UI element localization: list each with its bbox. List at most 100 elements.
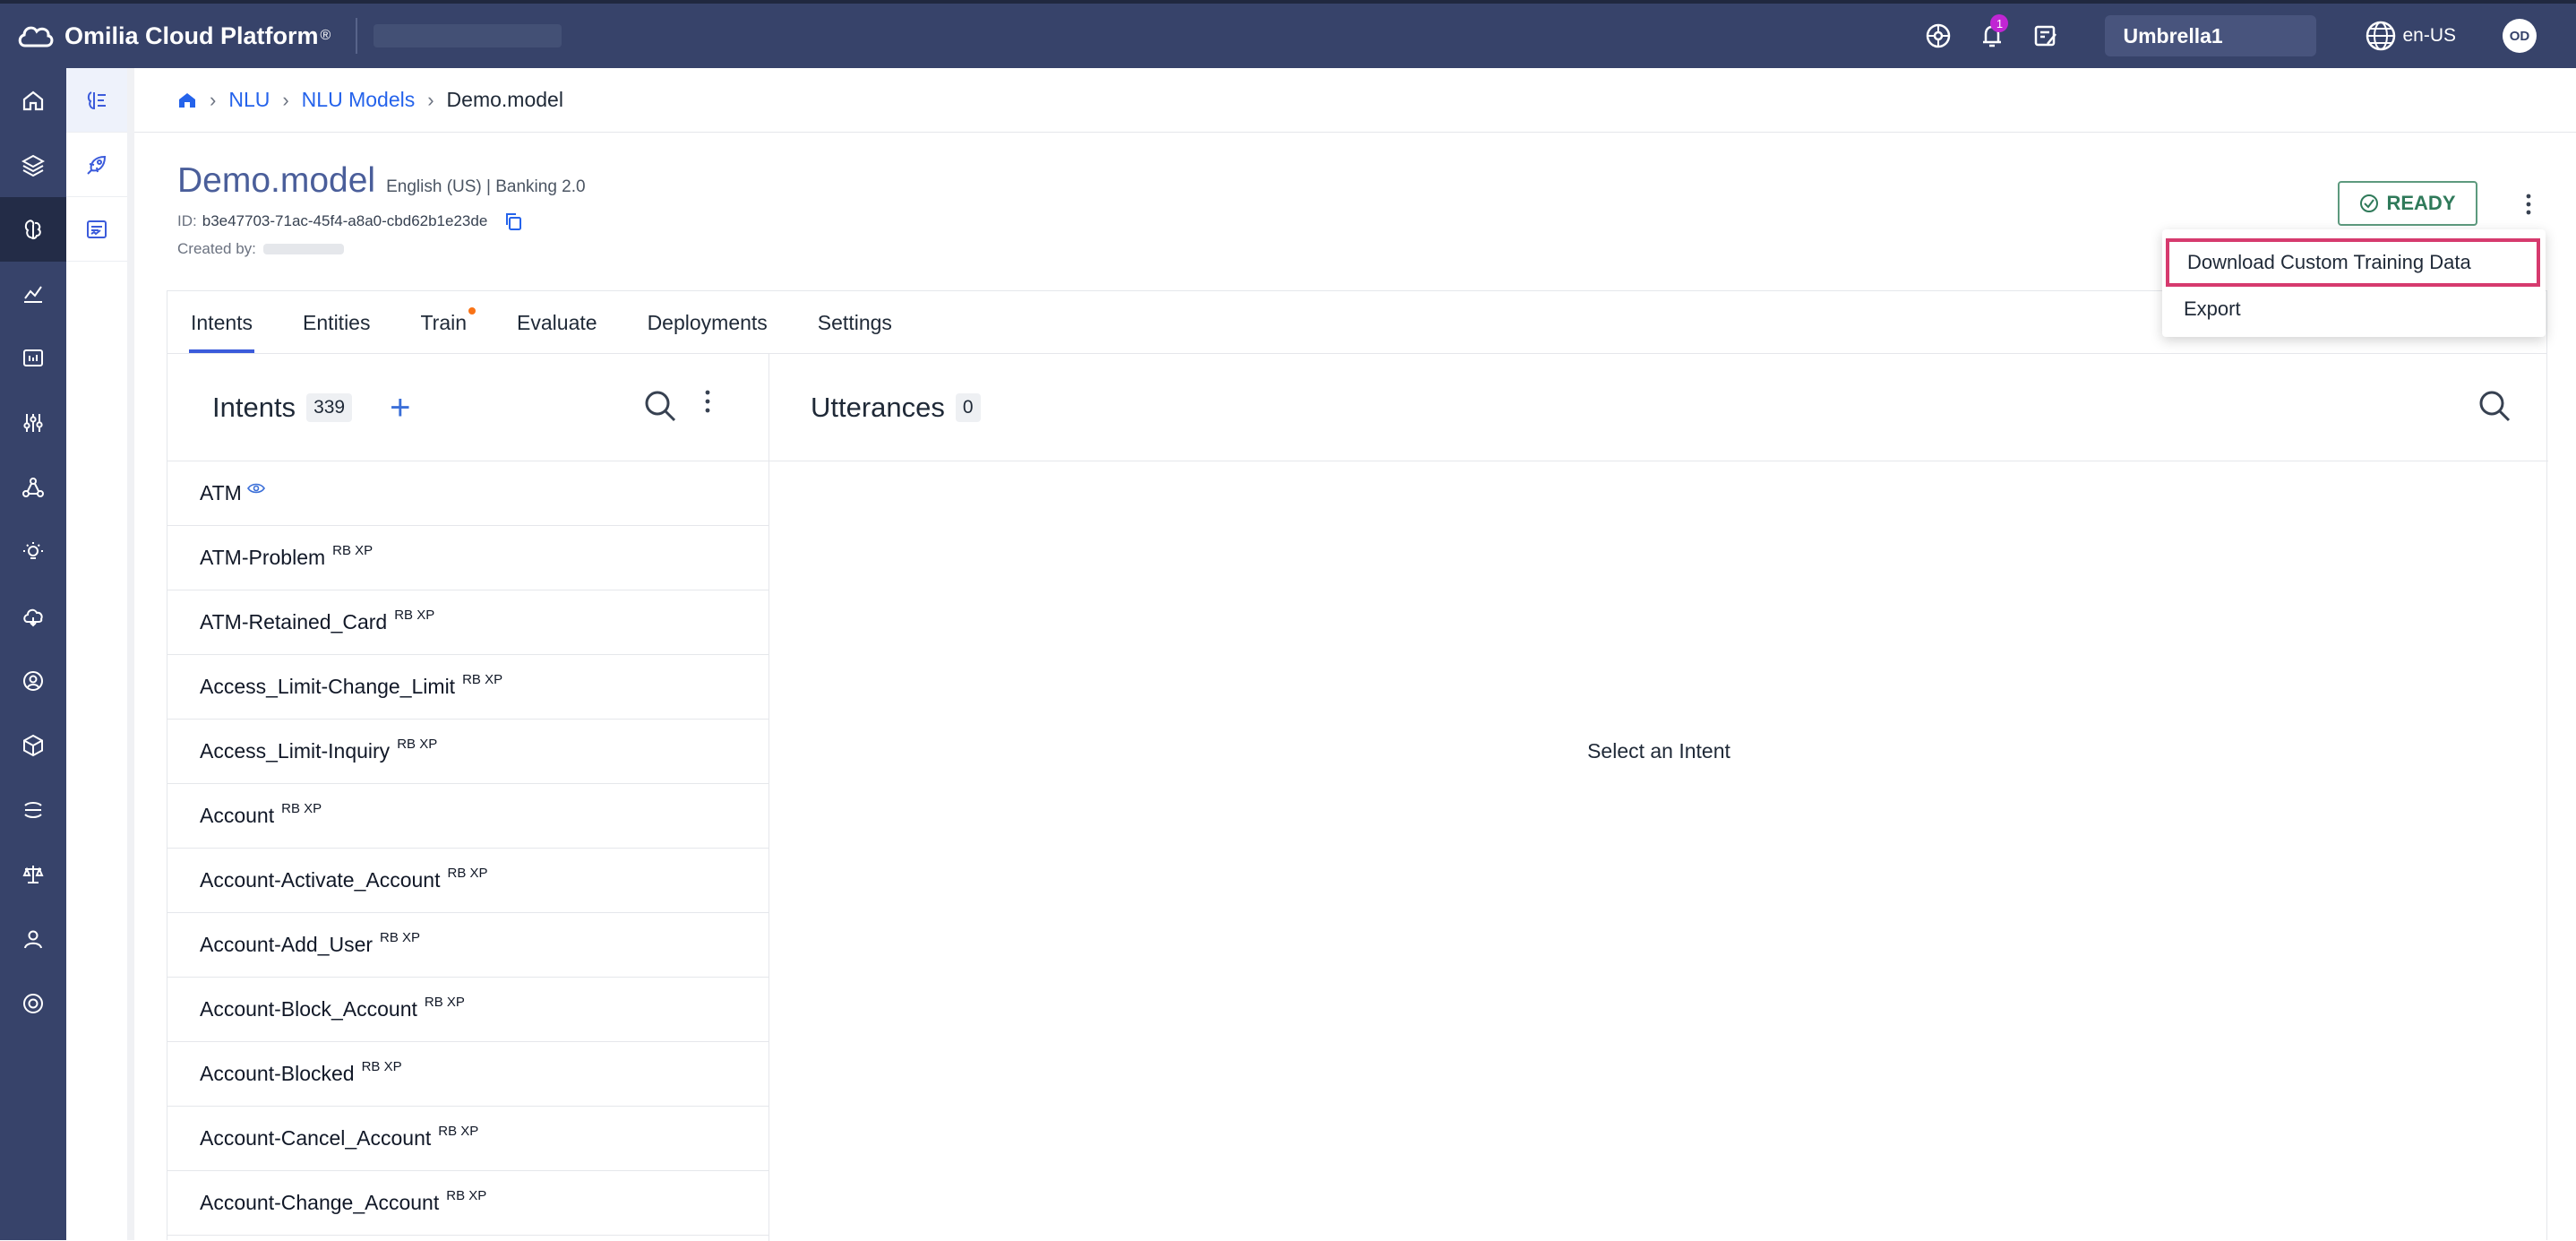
list-item[interactable]: Account-Block_Account RB XP [167, 978, 769, 1042]
list-item[interactable]: Account RB XP [167, 784, 769, 849]
list-item[interactable]: ATM-Retained_Card RB XP [167, 590, 769, 655]
list-item[interactable]: ATM-Problem RB XP [167, 526, 769, 590]
created-by-blurred [262, 244, 344, 254]
eye-icon [246, 483, 265, 493]
nav-dialog-flow-icon[interactable] [0, 778, 66, 842]
nav-package-icon[interactable] [0, 713, 66, 778]
more-options-menu: Download Custom Training Data Export [2162, 229, 2546, 337]
intents-title: Intents [212, 391, 296, 423]
topbar-actions: 1 Umbrella1 en-US OD [1919, 4, 2576, 68]
intent-tag: RB XP [446, 1188, 487, 1203]
language-selector[interactable]: en-US [2365, 20, 2456, 52]
utterances-header: Utterances 0 [769, 354, 2548, 461]
intents-count: 339 [306, 392, 353, 422]
globe-icon [2366, 21, 2396, 51]
subnav-deploy-rocket-icon[interactable] [66, 133, 127, 197]
nav-layers-icon[interactable] [0, 133, 66, 197]
breadcrumb-nlu-models[interactable]: NLU Models [302, 88, 416, 112]
model-id-row: ID: b3e47703-71ac-45f4-a8a0-cbd62b1e23de [177, 211, 586, 231]
intent-tag: RB XP [397, 737, 438, 752]
list-item[interactable]: Access_Limit-Change_Limit RB XP [167, 655, 769, 720]
tab-train-label: Train [420, 311, 468, 334]
intent-name: Account-Block_Account [200, 997, 417, 1021]
intents-options-kebab-icon[interactable] [705, 390, 710, 418]
list-item[interactable]: Account-Activate_Account RB XP [167, 849, 769, 913]
intent-tag: RB XP [380, 930, 421, 945]
model-language-domain: English (US) | Banking 2.0 [386, 177, 586, 196]
intent-tag: RB XP [361, 1059, 402, 1074]
user-avatar[interactable]: OD [2503, 19, 2537, 53]
list-item[interactable]: ATM [167, 461, 769, 526]
nav-support-icon[interactable] [0, 649, 66, 713]
cloud-logo-icon [18, 26, 54, 47]
nav-insights-bulb-icon[interactable] [0, 520, 66, 584]
subnav-nlu-models-icon[interactable] [66, 68, 127, 133]
search-utterances-icon[interactable] [2477, 388, 2512, 428]
nav-compliance-scale-icon[interactable] [0, 842, 66, 907]
nav-lifebuoy-icon[interactable] [0, 971, 66, 1036]
left-nav [0, 68, 66, 1240]
tab-train[interactable]: Train [418, 307, 477, 353]
created-by-row: Created by: [177, 240, 586, 258]
tab-evaluate[interactable]: Evaluate [515, 311, 599, 353]
check-circle-icon [2360, 194, 2379, 212]
nav-user-icon[interactable] [0, 907, 66, 971]
notification-badge: 1 [1990, 14, 2009, 32]
list-item[interactable]: Account-Blocked RB XP [167, 1042, 769, 1107]
intent-name: Access_Limit-Inquiry [200, 739, 391, 763]
intent-name: ATM-Retained_Card [200, 610, 388, 633]
intent-name: Account-Cancel_Account [200, 1126, 432, 1150]
topbar-divider [356, 18, 358, 54]
model-header: Demo.model English (US) | Banking 2.0 ID… [177, 161, 586, 258]
tab-intents[interactable]: Intents [189, 311, 255, 353]
intent-tag: RB XP [438, 1124, 479, 1139]
subnav-reports-icon[interactable] [66, 197, 127, 262]
notifications-bell-icon[interactable]: 1 [1972, 14, 2012, 56]
tenant-selector[interactable]: Umbrella1 [2105, 15, 2317, 56]
help-wheel-icon[interactable] [1919, 16, 1958, 56]
list-item[interactable]: Account-Add_User RB XP [167, 913, 769, 978]
nav-analytics-icon[interactable] [0, 262, 66, 326]
intent-name: Access_Limit-Change_Limit [200, 675, 456, 698]
nav-nlu-icon[interactable] [0, 197, 66, 262]
menu-export[interactable]: Export [2162, 287, 2546, 332]
intents-pane: Intents 339 + ATM ATM-Problem RB XP ATM-R… [167, 354, 769, 1241]
more-options-kebab-icon[interactable] [2515, 188, 2542, 220]
list-item[interactable]: Account-Cancel_Account RB XP [167, 1107, 769, 1171]
intents-header: Intents 339 + [167, 354, 769, 461]
breadcrumb: › NLU › NLU Models › Demo.model [134, 68, 2576, 133]
top-bar: Omilia Cloud Platform ® 1 Umbrella1 en-US… [0, 0, 2576, 68]
intent-name: ATM-Problem [200, 546, 326, 569]
train-indicator-dot [468, 307, 477, 315]
list-item[interactable]: Access_Limit-Inquiry RB XP [167, 720, 769, 784]
model-id-value: b3e47703-71ac-45f4-a8a0-cbd62b1e23de [202, 212, 488, 229]
status-label: READY [2386, 192, 2456, 214]
home-breadcrumb-icon[interactable] [177, 90, 197, 110]
model-content-card: Intents Entities Train Evaluate Deployme… [167, 290, 2548, 1241]
tab-deployments[interactable]: Deployments [646, 311, 769, 353]
intent-name: Account-Activate_Account [200, 868, 441, 892]
nav-home-icon[interactable] [0, 68, 66, 133]
tab-entities[interactable]: Entities [301, 311, 372, 353]
search-intents-icon[interactable] [642, 388, 678, 428]
copy-icon[interactable] [503, 211, 523, 231]
intent-tag: RB XP [447, 866, 488, 881]
intent-tag: RB XP [394, 608, 435, 623]
model-id-label: ID: [177, 212, 197, 229]
nav-network-icon[interactable] [0, 455, 66, 520]
tab-settings[interactable]: Settings [816, 311, 894, 353]
breadcrumb-chevron-icon: › [282, 88, 289, 111]
nav-dashboard-icon[interactable] [0, 326, 66, 391]
nav-cloud-icon[interactable] [0, 584, 66, 649]
app-logo[interactable]: Omilia Cloud Platform ® [16, 22, 331, 50]
created-by-label: Created by: [177, 240, 256, 257]
app-name: Omilia Cloud Platform [64, 22, 319, 49]
nav-settings-sliders-icon[interactable] [0, 391, 66, 455]
intent-tag: RB XP [462, 672, 503, 687]
menu-download-custom-training-data[interactable]: Download Custom Training Data [2166, 238, 2540, 287]
list-item[interactable]: Account-Change_Account RB XP [167, 1171, 769, 1236]
add-intent-button[interactable]: + [390, 390, 410, 426]
status-badge: READY [2338, 181, 2477, 226]
breadcrumb-nlu[interactable]: NLU [228, 88, 270, 112]
notes-edit-icon[interactable] [2026, 16, 2065, 56]
